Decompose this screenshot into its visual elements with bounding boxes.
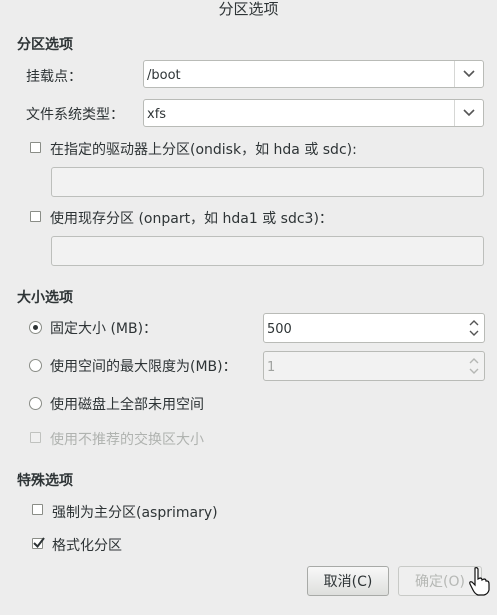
format-checkbox[interactable] — [32, 537, 45, 549]
spinner-arrows-icon — [468, 354, 480, 378]
max-size-spinner[interactable]: 1 — [263, 351, 485, 381]
swap-size-label: 使用不推荐的交换区大小 — [50, 432, 204, 448]
fixed-size-label[interactable]: 固定大小 (MB)： — [50, 318, 157, 338]
max-size-value: 1 — [267, 360, 276, 375]
format-label[interactable]: 格式化分区 — [52, 535, 122, 555]
swap-size-checkbox — [30, 432, 41, 443]
asprimary-label[interactable]: 强制为主分区(asprimary) — [52, 502, 218, 522]
ondisk-checkbox[interactable] — [30, 142, 41, 153]
onpart-label[interactable]: 使用现存分区 (onpart，如 hda1 或 sdc3)： — [50, 208, 333, 228]
fixed-size-spinner[interactable]: 500 — [263, 313, 485, 343]
mount-point-label: 挂载点： — [26, 69, 82, 85]
cancel-button[interactable]: 取消(C) — [307, 566, 389, 596]
onpart-checkbox[interactable] — [30, 211, 41, 222]
mount-point-combo[interactable]: /boot — [143, 60, 484, 88]
hand-cursor-icon — [469, 567, 490, 596]
filesystem-type-combo[interactable]: xfs — [143, 99, 484, 127]
chevron-down-icon[interactable] — [454, 100, 483, 126]
mount-point-value[interactable]: /boot — [147, 68, 181, 83]
grow-label[interactable]: 使用磁盘上全部未用空间 — [50, 394, 204, 414]
max-size-radio[interactable] — [29, 359, 42, 372]
spinner-arrows-icon[interactable] — [468, 316, 480, 340]
asprimary-checkbox[interactable] — [32, 504, 43, 515]
dialog-title: 分区选项 — [218, 0, 279, 18]
fixed-size-radio[interactable] — [29, 321, 42, 334]
partition-options-heading: 分区选项 — [17, 37, 73, 53]
filesystem-type-label: 文件系统类型： — [26, 107, 124, 123]
chevron-down-icon[interactable] — [454, 61, 483, 87]
radio-selected-dot — [33, 325, 38, 330]
checkmark-icon — [33, 537, 45, 549]
onpart-input[interactable] — [51, 236, 484, 266]
ondisk-input[interactable] — [51, 167, 484, 197]
grow-radio[interactable] — [29, 397, 42, 410]
max-size-label[interactable]: 使用空间的最大限度为(MB)： — [50, 356, 237, 376]
filesystem-type-value[interactable]: xfs — [147, 107, 166, 122]
ondisk-label[interactable]: 在指定的驱动器上分区(ondisk，如 hda 或 sdc): — [50, 139, 357, 159]
special-options-heading: 特殊选项 — [17, 473, 73, 489]
size-options-heading: 大小选项 — [17, 290, 73, 306]
fixed-size-value[interactable]: 500 — [267, 322, 292, 337]
